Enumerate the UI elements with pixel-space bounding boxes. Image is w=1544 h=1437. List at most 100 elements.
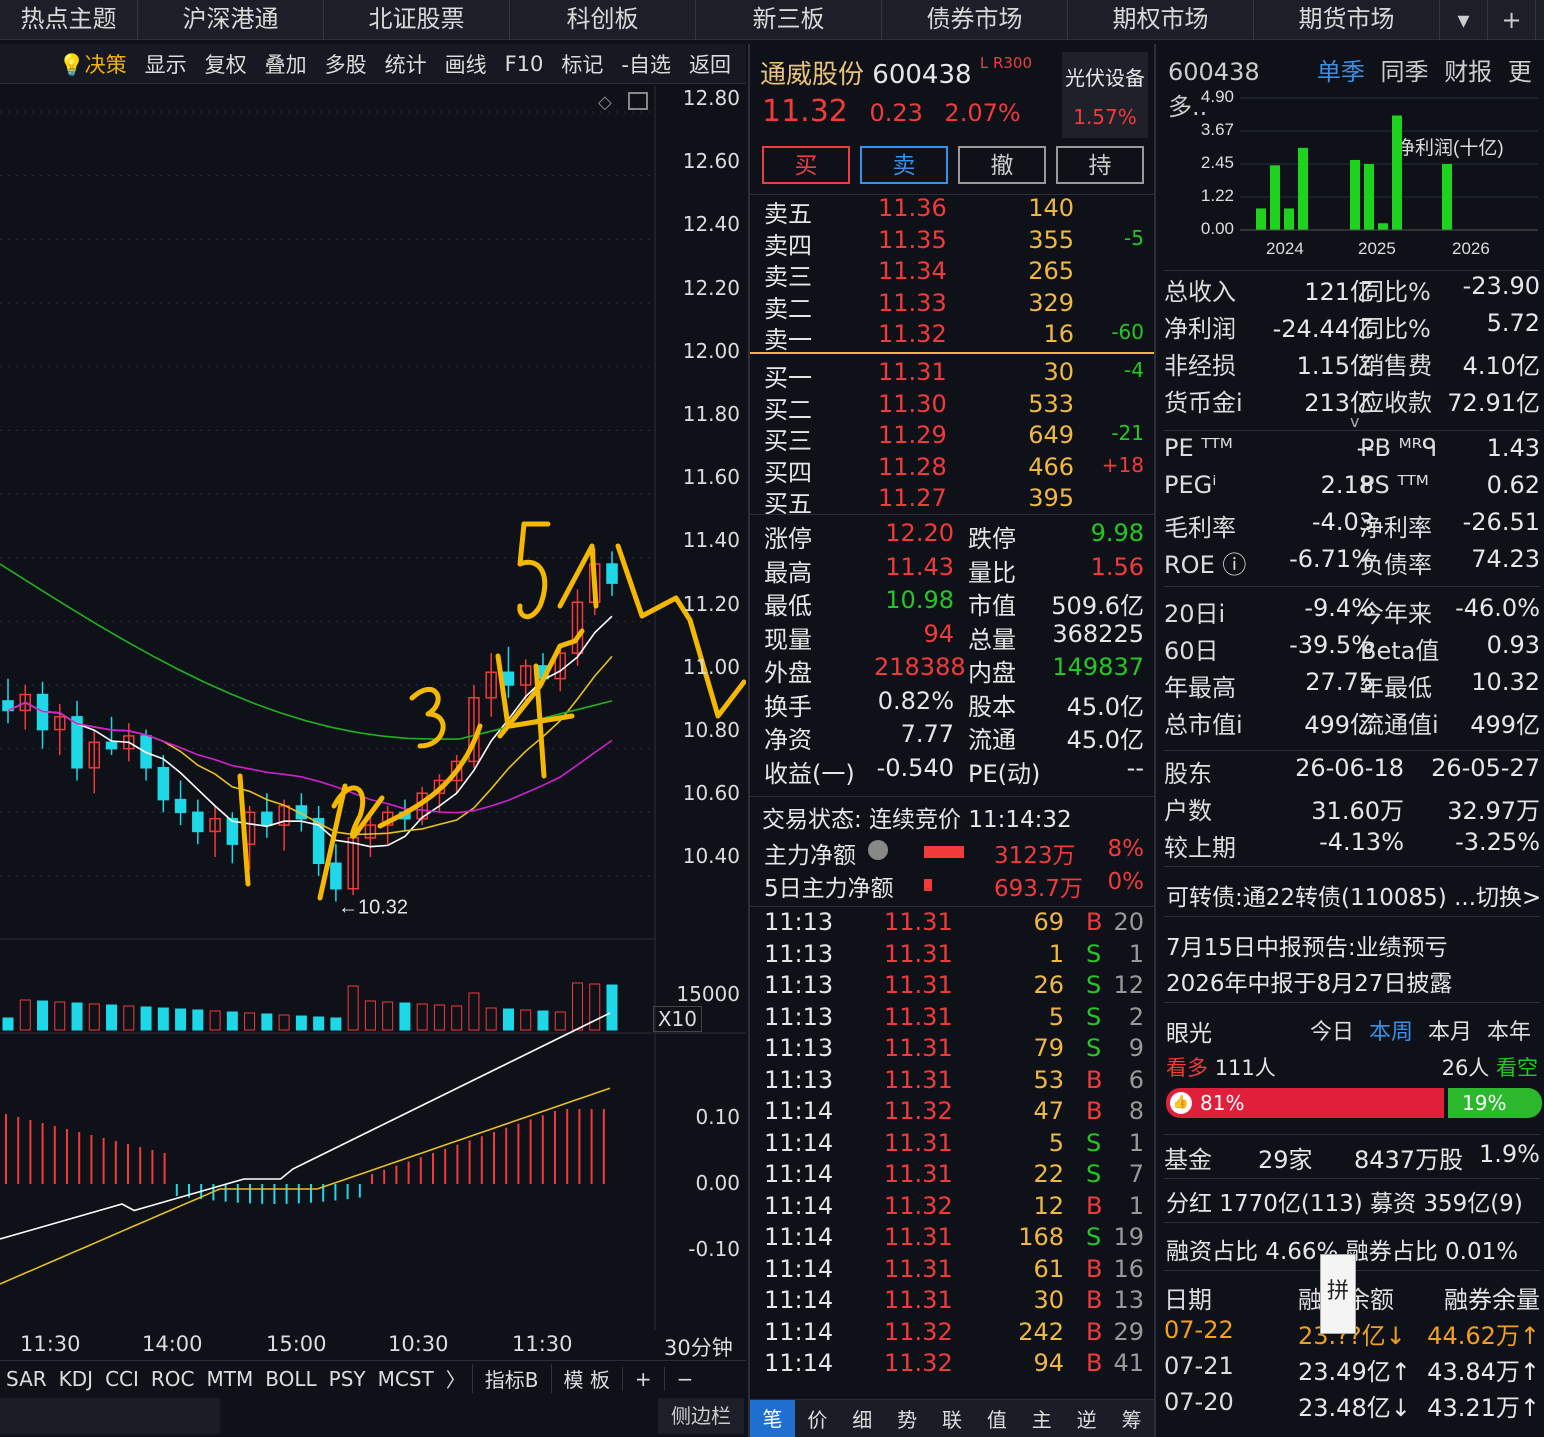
detail-tab[interactable]: 笔 (750, 1399, 795, 1437)
detail-tab[interactable]: 联 (930, 1404, 975, 1433)
period-month[interactable]: 本月 (1428, 1020, 1472, 1045)
toolbar-adjust[interactable]: 复权 (196, 49, 256, 79)
ime-indicator[interactable]: 拼 (1320, 1254, 1356, 1334)
dea-line (0, 1087, 611, 1285)
nav-tab-hot-topics[interactable]: 热点主题 (0, 0, 138, 40)
bids-level-row[interactable]: 买一 11.31 30 -4 (764, 358, 1144, 392)
volume-bar (123, 1005, 135, 1031)
indicator-tab[interactable]: − (663, 1366, 706, 1391)
nav-tab-hk-connect[interactable]: 沪深港通 (138, 0, 324, 40)
toolbar-decision[interactable]: 💡决策 (49, 49, 135, 79)
detail-tab[interactable]: 势 (885, 1404, 930, 1433)
thumbs-up-icon[interactable]: 👍 (1170, 1092, 1192, 1114)
indicator-tab[interactable]: 指标B (471, 1364, 551, 1393)
bids-level-row[interactable]: 买二 11.30 533 (764, 390, 1144, 424)
indicator-tab[interactable]: MCST (372, 1367, 440, 1391)
detail-tab[interactable]: 价 (795, 1404, 840, 1433)
margin-row: 07-20 23.48亿↓ 43.21万↑ (1164, 1388, 1540, 1424)
indicator-tab[interactable]: 模 板 (550, 1364, 622, 1393)
earnings-notice[interactable]: 7月15日中报预告:业绩预亏 (1166, 928, 1448, 962)
fund-label: 基金 (1164, 1146, 1212, 1174)
tick-side: B (1086, 1065, 1103, 1094)
toolbar-mark[interactable]: 标记 (552, 49, 612, 79)
toolbar-remove-watch[interactable]: -自选 (612, 49, 680, 79)
detail-tab[interactable]: 筹 (1109, 1404, 1154, 1433)
expand-chevron-icon[interactable]: v (1350, 412, 1359, 431)
scroll-track[interactable] (0, 1398, 220, 1434)
bids-level-row[interactable]: 买五 11.27 395 (764, 484, 1144, 518)
detail-tab[interactable]: 主 (1019, 1404, 1064, 1433)
capital-label: 5日主力净额 (764, 876, 894, 902)
capital-bar (924, 879, 932, 891)
indicator-tab[interactable]: MTM (201, 1367, 260, 1391)
nav-tab-star-market[interactable]: 科创板 (510, 0, 696, 40)
order-volume: 649 (1028, 421, 1074, 449)
toolbar-stats[interactable]: 统计 (376, 49, 436, 79)
order-volume: 355 (1028, 225, 1074, 254)
indicator-tab[interactable]: KDJ (53, 1367, 99, 1391)
indicator-tab[interactable]: ROC (145, 1367, 201, 1391)
quote-panel: 通威股份 600438 L R300 光伏设备 1.57% 11.32 0.23… (748, 44, 1156, 1437)
period-week[interactable]: 本周 (1369, 1020, 1413, 1045)
tab-same-quarter[interactable]: 同季 (1381, 58, 1429, 86)
volume-bar (37, 1000, 49, 1031)
sidebar-toggle-button[interactable]: 侧边栏 (658, 1398, 744, 1434)
bids-level-row[interactable]: 买三 11.29 649 -21 (764, 421, 1144, 455)
indicator-tab[interactable]: PSY (323, 1367, 372, 1391)
layout-icon[interactable] (628, 92, 648, 110)
toolbar-f10[interactable]: F10 (496, 52, 553, 76)
asks-level-row[interactable]: 卖二 11.33 329 (764, 289, 1144, 323)
toolbar-multi[interactable]: 多股 (316, 49, 376, 79)
nav-tab-neeq[interactable]: 新三板 (696, 0, 882, 40)
indicator-tab[interactable]: CCI (99, 1367, 145, 1391)
metric-value: 26-05-27 (1431, 754, 1540, 782)
industry-box[interactable]: 光伏设备 1.57% (1062, 52, 1148, 138)
cancel-order-button[interactable]: 撤 (958, 146, 1046, 184)
indicator-tab[interactable]: + (621, 1366, 664, 1391)
holdings-button[interactable]: 持 (1056, 146, 1144, 184)
stat-label: PE(动) (968, 759, 1041, 788)
plus-icon[interactable]: + (1488, 0, 1536, 40)
indicator-tab[interactable]: 〉 (440, 1364, 472, 1393)
toolbar-draw[interactable]: 画线 (436, 49, 496, 79)
asks-level-row[interactable]: 卖四 11.35 355 -5 (764, 225, 1144, 260)
convertible-bond-link[interactable]: 可转债:通22转债(110085) ...切换> (1166, 878, 1541, 912)
asks-level-row[interactable]: 卖一 11.32 16 -60 (764, 320, 1144, 354)
stat-label: 流通 (968, 726, 1016, 754)
period-year[interactable]: 本年 (1487, 1020, 1531, 1045)
chevron-down-icon[interactable]: ▾ (1440, 0, 1488, 40)
metric-value: -6.71% (1289, 545, 1374, 573)
indicator-tab[interactable]: BOLL (259, 1367, 322, 1391)
nav-tab-bonds[interactable]: 债券市场 (882, 0, 1068, 40)
profit-y-tick: 3.67 (1201, 120, 1234, 139)
diamond-icon[interactable]: ◇ (598, 92, 612, 113)
toolbar-overlay[interactable]: 叠加 (256, 49, 316, 79)
toolbar-display[interactable]: 显示 (136, 49, 196, 79)
period-today[interactable]: 今日 (1310, 1020, 1354, 1045)
detail-tab[interactable]: 值 (974, 1404, 1019, 1433)
bear-bar[interactable]: 19% (1448, 1088, 1542, 1118)
tab-single-quarter[interactable]: 单季 (1317, 58, 1365, 86)
sell-button[interactable]: 卖 (860, 146, 948, 184)
bear-pct: 19% (1462, 1091, 1507, 1115)
bids-level-row[interactable]: 买四 11.28 466 +18 (764, 453, 1144, 487)
bull-bar[interactable]: 81% (1166, 1088, 1444, 1118)
tab-report[interactable]: 财报 (1444, 58, 1492, 86)
tick-volume: 1 (1048, 939, 1064, 968)
indicator-tab[interactable]: SAR (0, 1367, 53, 1391)
tick-side: S (1086, 1034, 1102, 1062)
capital-pct: 0% (1107, 869, 1145, 895)
buy-button[interactable]: 买 (762, 146, 850, 184)
detail-tab[interactable]: 逆 (1064, 1404, 1109, 1433)
nav-tab-bse[interactable]: 北证股票 (324, 0, 510, 40)
nav-tab-futures[interactable]: 期货市场 (1254, 0, 1440, 40)
asks-level-row[interactable]: 卖五 11.36 140 (764, 194, 1144, 228)
toolbar-back[interactable]: 返回 (680, 49, 740, 79)
divider (1164, 1002, 1540, 1003)
kline-chart[interactable]: ←10.32 ◇ (0, 86, 746, 1330)
nav-tab-options[interactable]: 期权市场 (1068, 0, 1254, 40)
time-tick-label: 10:30 (388, 1332, 449, 1356)
detail-tab[interactable]: 细 (840, 1404, 885, 1433)
asks-level-row[interactable]: 卖三 11.34 265 (764, 257, 1144, 291)
period-label[interactable]: 30分钟 (664, 1332, 733, 1362)
